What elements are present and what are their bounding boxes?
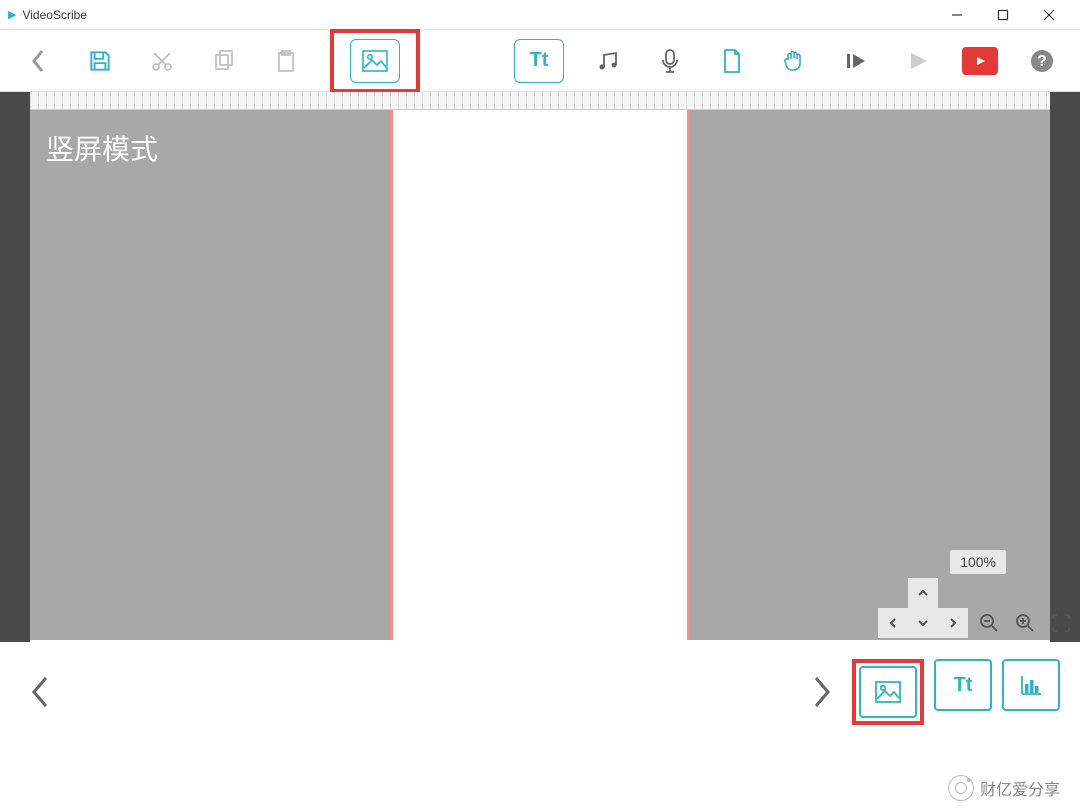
pan-left-button[interactable]: [878, 608, 908, 638]
highlighted-timeline-image: [852, 659, 924, 725]
timeline-add-chart-button[interactable]: [1002, 659, 1060, 711]
minimize-button[interactable]: [934, 0, 980, 30]
export-video-button[interactable]: [962, 47, 998, 75]
timeline-tools: Tt: [852, 659, 1060, 725]
text-icon: Tt: [530, 49, 549, 72]
highlighted-add-image: [330, 29, 420, 93]
add-image-button[interactable]: [350, 39, 400, 83]
fit-screen-button[interactable]: [1046, 608, 1076, 638]
canvas-mode-label: 竖屏模式: [46, 128, 158, 168]
voiceover-button[interactable]: [652, 43, 688, 79]
timeline-prev-button[interactable]: [20, 652, 60, 732]
cut-button[interactable]: [144, 43, 180, 79]
music-button[interactable]: [590, 43, 626, 79]
portrait-frame: [390, 110, 690, 640]
back-button[interactable]: [20, 43, 56, 79]
play-from-button[interactable]: [838, 43, 874, 79]
paste-button[interactable]: [268, 43, 304, 79]
timeline-panel: Tt: [0, 642, 1080, 742]
watermark-text: 财亿爱分享: [980, 776, 1060, 800]
zoom-in-button[interactable]: [1010, 608, 1040, 638]
close-button[interactable]: [1026, 0, 1072, 30]
pan-right-button[interactable]: [938, 608, 968, 638]
watermark: 财亿爱分享: [948, 775, 1060, 801]
wechat-icon: [948, 775, 974, 801]
maximize-button[interactable]: [980, 0, 1026, 30]
timeline-add-image-button[interactable]: [859, 666, 917, 718]
play-button[interactable]: [900, 43, 936, 79]
svg-text:?: ?: [1037, 53, 1047, 70]
horizontal-ruler: [30, 92, 1050, 110]
window-title: VideoScribe: [22, 8, 934, 22]
help-button[interactable]: ?: [1024, 43, 1060, 79]
canvas-float-controls: 100%: [878, 550, 1076, 638]
hand-tool-button[interactable]: [776, 43, 812, 79]
pan-controls: [878, 578, 968, 638]
window-titlebar: ▶ VideoScribe: [0, 0, 1080, 30]
zoom-level-label: 100%: [950, 550, 1006, 574]
save-button[interactable]: [82, 43, 118, 79]
app-logo-icon: ▶: [8, 8, 16, 21]
zoom-out-button[interactable]: [974, 608, 1004, 638]
canvas-dark-edge-left: [0, 92, 30, 642]
main-toolbar: Tt ?: [0, 30, 1080, 92]
canvas-area: 竖屏模式 100%: [0, 92, 1080, 642]
copy-button[interactable]: [206, 43, 242, 79]
add-text-button[interactable]: Tt: [514, 39, 564, 83]
page-settings-button[interactable]: [714, 43, 750, 79]
pan-down-button[interactable]: [908, 608, 938, 638]
timeline-add-text-button[interactable]: Tt: [934, 659, 992, 711]
timeline-next-button[interactable]: [802, 652, 842, 732]
text-icon: Tt: [954, 674, 973, 697]
pan-up-button[interactable]: [908, 578, 938, 608]
